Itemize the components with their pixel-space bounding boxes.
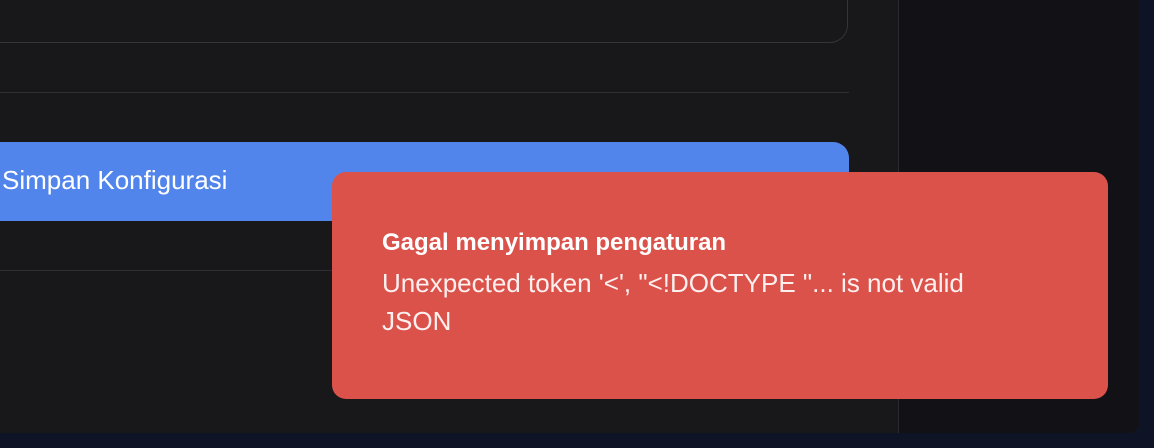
error-toast[interactable]: Gagal menyimpan pengaturan Unexpected to… [332,172,1108,399]
page: Simpan Konfigurasi Gagal menyimpan penga… [0,0,1154,448]
section-divider [0,92,849,93]
settings-card [0,0,848,43]
save-configuration-label: Simpan Konfigurasi [2,165,228,195]
toast-title: Gagal menyimpan pengaturan [382,229,727,256]
toast-message: Unexpected token '<', "<!DOCTYPE "... is… [382,268,964,336]
